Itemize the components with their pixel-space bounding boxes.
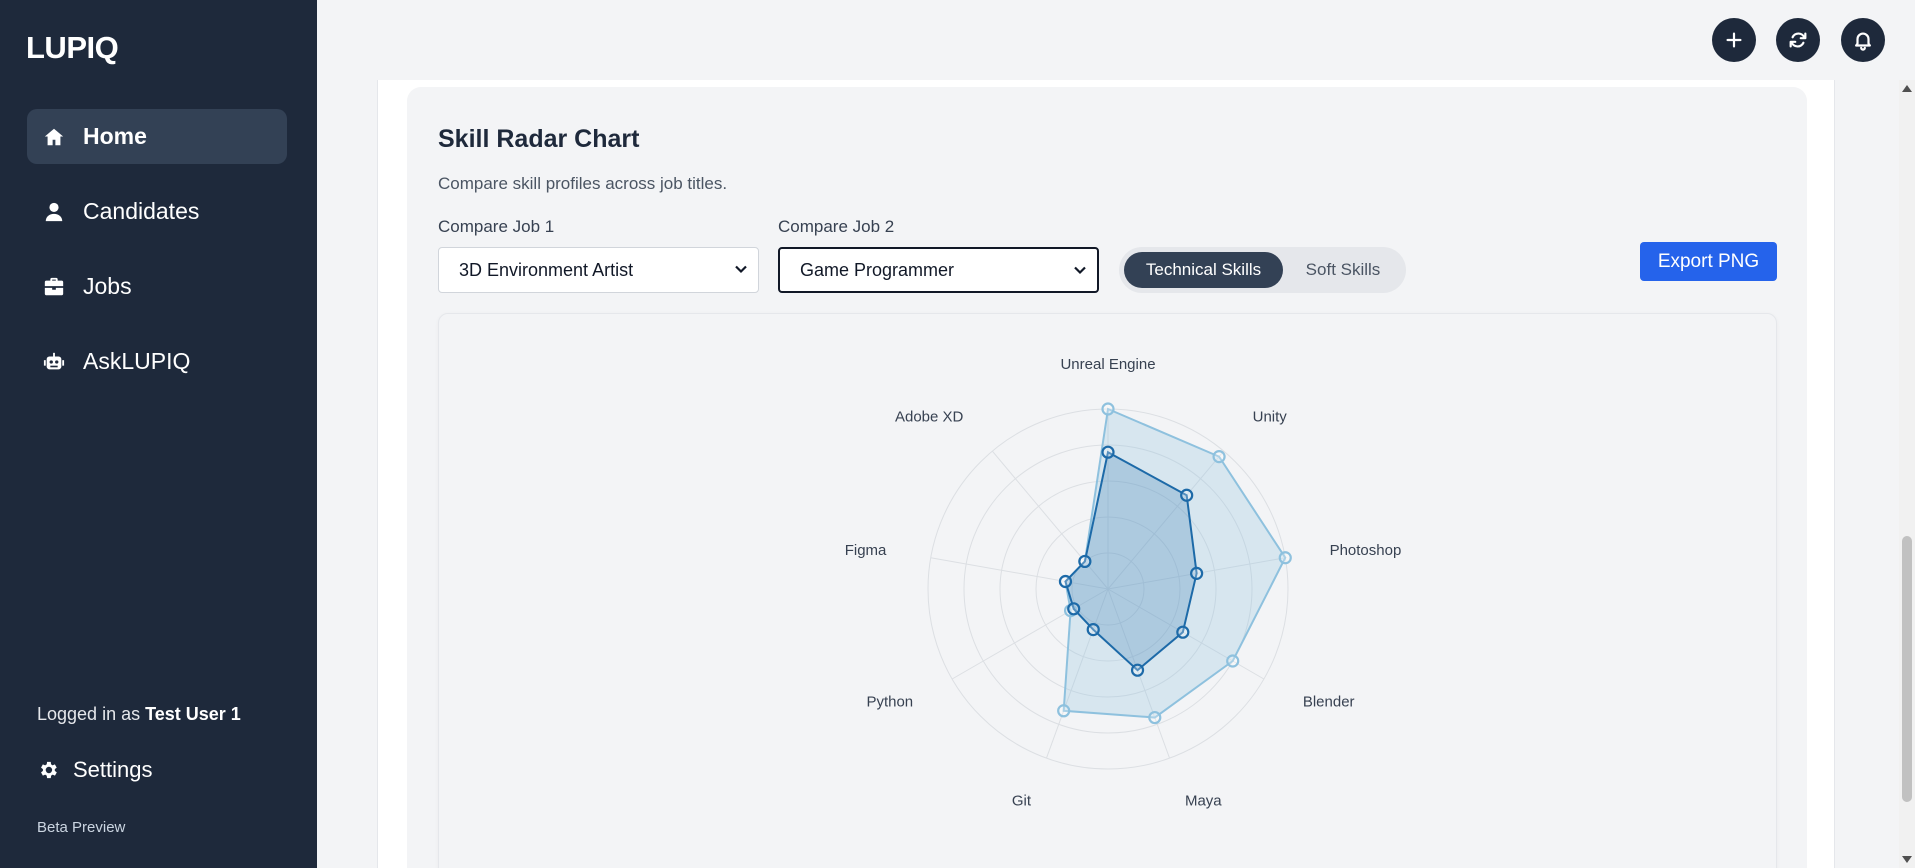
sidebar-item-asklupiq[interactable]: AskLUPIQ [27,334,287,389]
radar-data-point [1057,704,1071,718]
radar-data-point [1226,654,1240,668]
gear-icon [41,761,57,779]
skill-radar-card: Skill Radar Chart Compare skill profiles… [407,87,1807,868]
radar-data-point [1067,602,1081,616]
sidebar-item-home[interactable]: Home [27,109,287,164]
top-bar [317,0,1915,80]
sidebar-item-jobs[interactable]: Jobs [27,259,287,314]
technical-skills-tab[interactable]: Technical Skills [1124,252,1283,288]
beta-label: Beta Preview [37,819,126,836]
job2-selected-value: Game Programmer [800,259,955,280]
radar-axis-label: Maya [1185,792,1222,809]
radar-axis-label: Python [866,694,913,711]
refresh-button[interactable] [1776,18,1820,62]
radar-axis-label: Adobe XD [895,409,964,426]
main-content: Skill Radar Chart Compare skill profiles… [377,80,1835,868]
radar-data-point [1212,450,1226,464]
radar-axis-label: Unreal Engine [1060,356,1155,373]
job1-label: Compare Job 1 [438,217,555,236]
radar-axis-label: Photoshop [1330,542,1402,559]
chevron-down-icon [735,265,747,274]
plus-icon [1726,32,1742,48]
sidebar-nav: Home Candidates Jobs AskLUPIQ [27,109,287,409]
radar-axis-label: Git [1012,792,1032,809]
sidebar-item-label: Jobs [83,273,132,299]
card-subtitle: Compare skill profiles across job titles… [438,174,728,193]
radar-data-point [1086,622,1100,637]
sidebar-item-label: Home [83,123,147,149]
sidebar-item-label: AskLUPIQ [83,348,191,374]
radar-axis-label: Unity [1253,409,1288,426]
scrollbar-thumb[interactable] [1902,536,1912,802]
radar-data-point [1078,554,1092,569]
add-button[interactable] [1712,18,1756,62]
sidebar-item-candidates[interactable]: Candidates [27,184,287,239]
sidebar: LUPIQ Home Candidates Jobs AskLUPIQ Logg… [0,0,317,868]
page-title: Skill Radar Chart [438,125,640,153]
radar-data-point [1130,663,1145,677]
radar-data-point [1101,402,1115,416]
app-logo: LUPIQ [26,30,119,65]
radar-chart-container: Unreal Engine Unity Photoshop Blender Maya Gi… [438,313,1777,868]
radar-data-point [1180,488,1194,502]
radar-axis-label: Blender [1303,694,1355,711]
logged-in-status: Logged in as Test User 1 [37,704,241,725]
job1-selected-value: 3D Environment Artist [459,259,634,280]
settings-link[interactable]: Settings [37,757,153,783]
home-icon [41,124,67,150]
job2-label: Compare Job 2 [778,217,895,236]
scroll-down-arrow[interactable] [1902,856,1912,863]
scrollbar[interactable] [1899,80,1915,868]
chevron-down-icon [1074,266,1086,275]
refresh-icon [1789,32,1807,48]
radar-data-point [1278,551,1292,565]
bell-icon [1855,32,1871,51]
radar-data-point [1058,574,1073,589]
radar-data-point [1148,710,1162,725]
briefcase-icon [41,274,67,300]
radar-data-point [1190,566,1204,580]
robot-icon [41,349,67,375]
radar-data-point [1176,625,1190,639]
skill-type-toggle: Technical Skills Soft Skills [1119,247,1406,293]
settings-label: Settings [73,757,153,782]
job1-select[interactable]: 3D Environment Artist [438,247,759,293]
job2-select[interactable]: Game Programmer [778,247,1099,293]
soft-skills-tab[interactable]: Soft Skills [1285,252,1401,288]
user-name: Test User 1 [145,704,241,724]
user-icon [41,199,67,225]
radar-chart: Unreal Engine Unity Photoshop Blender Maya Gi… [845,356,1402,809]
sidebar-item-label: Candidates [83,198,200,224]
radar-data-point [1101,445,1115,459]
radar-axis-label: Figma [845,542,887,559]
notifications-button[interactable] [1841,18,1885,62]
scroll-up-arrow[interactable] [1902,85,1912,92]
logged-in-prefix: Logged in as [37,704,141,724]
export-png-button[interactable]: Export PNG [1640,242,1777,281]
